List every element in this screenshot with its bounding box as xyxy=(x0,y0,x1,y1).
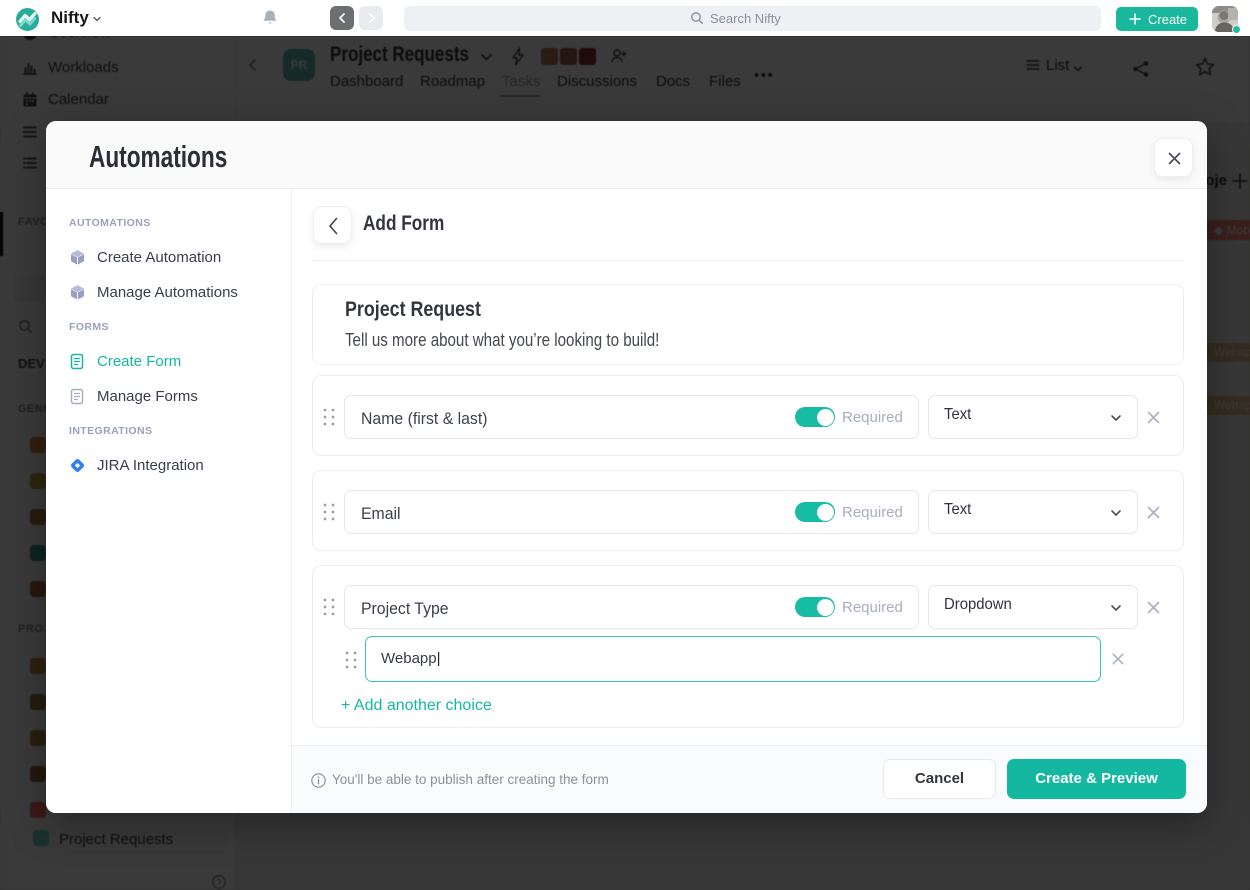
svg-text:?: ? xyxy=(217,877,222,887)
